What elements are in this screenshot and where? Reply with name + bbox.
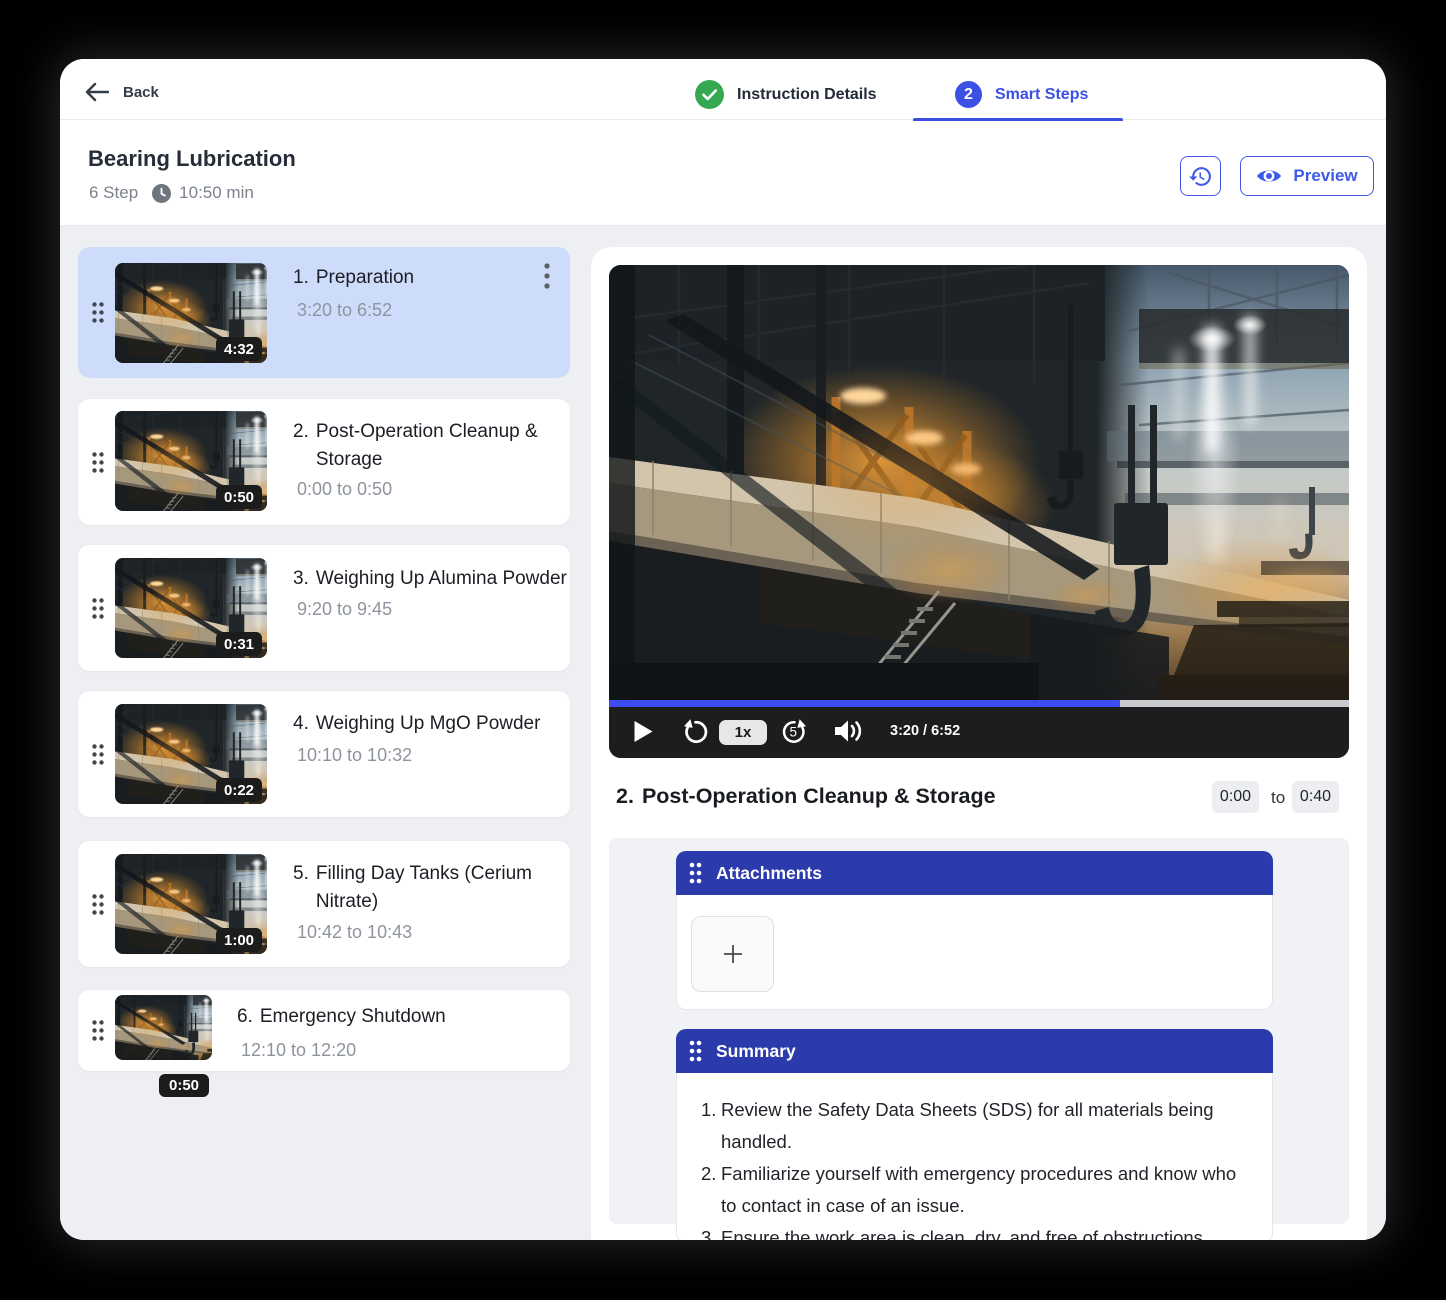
svg-text:5: 5 — [789, 725, 797, 740]
